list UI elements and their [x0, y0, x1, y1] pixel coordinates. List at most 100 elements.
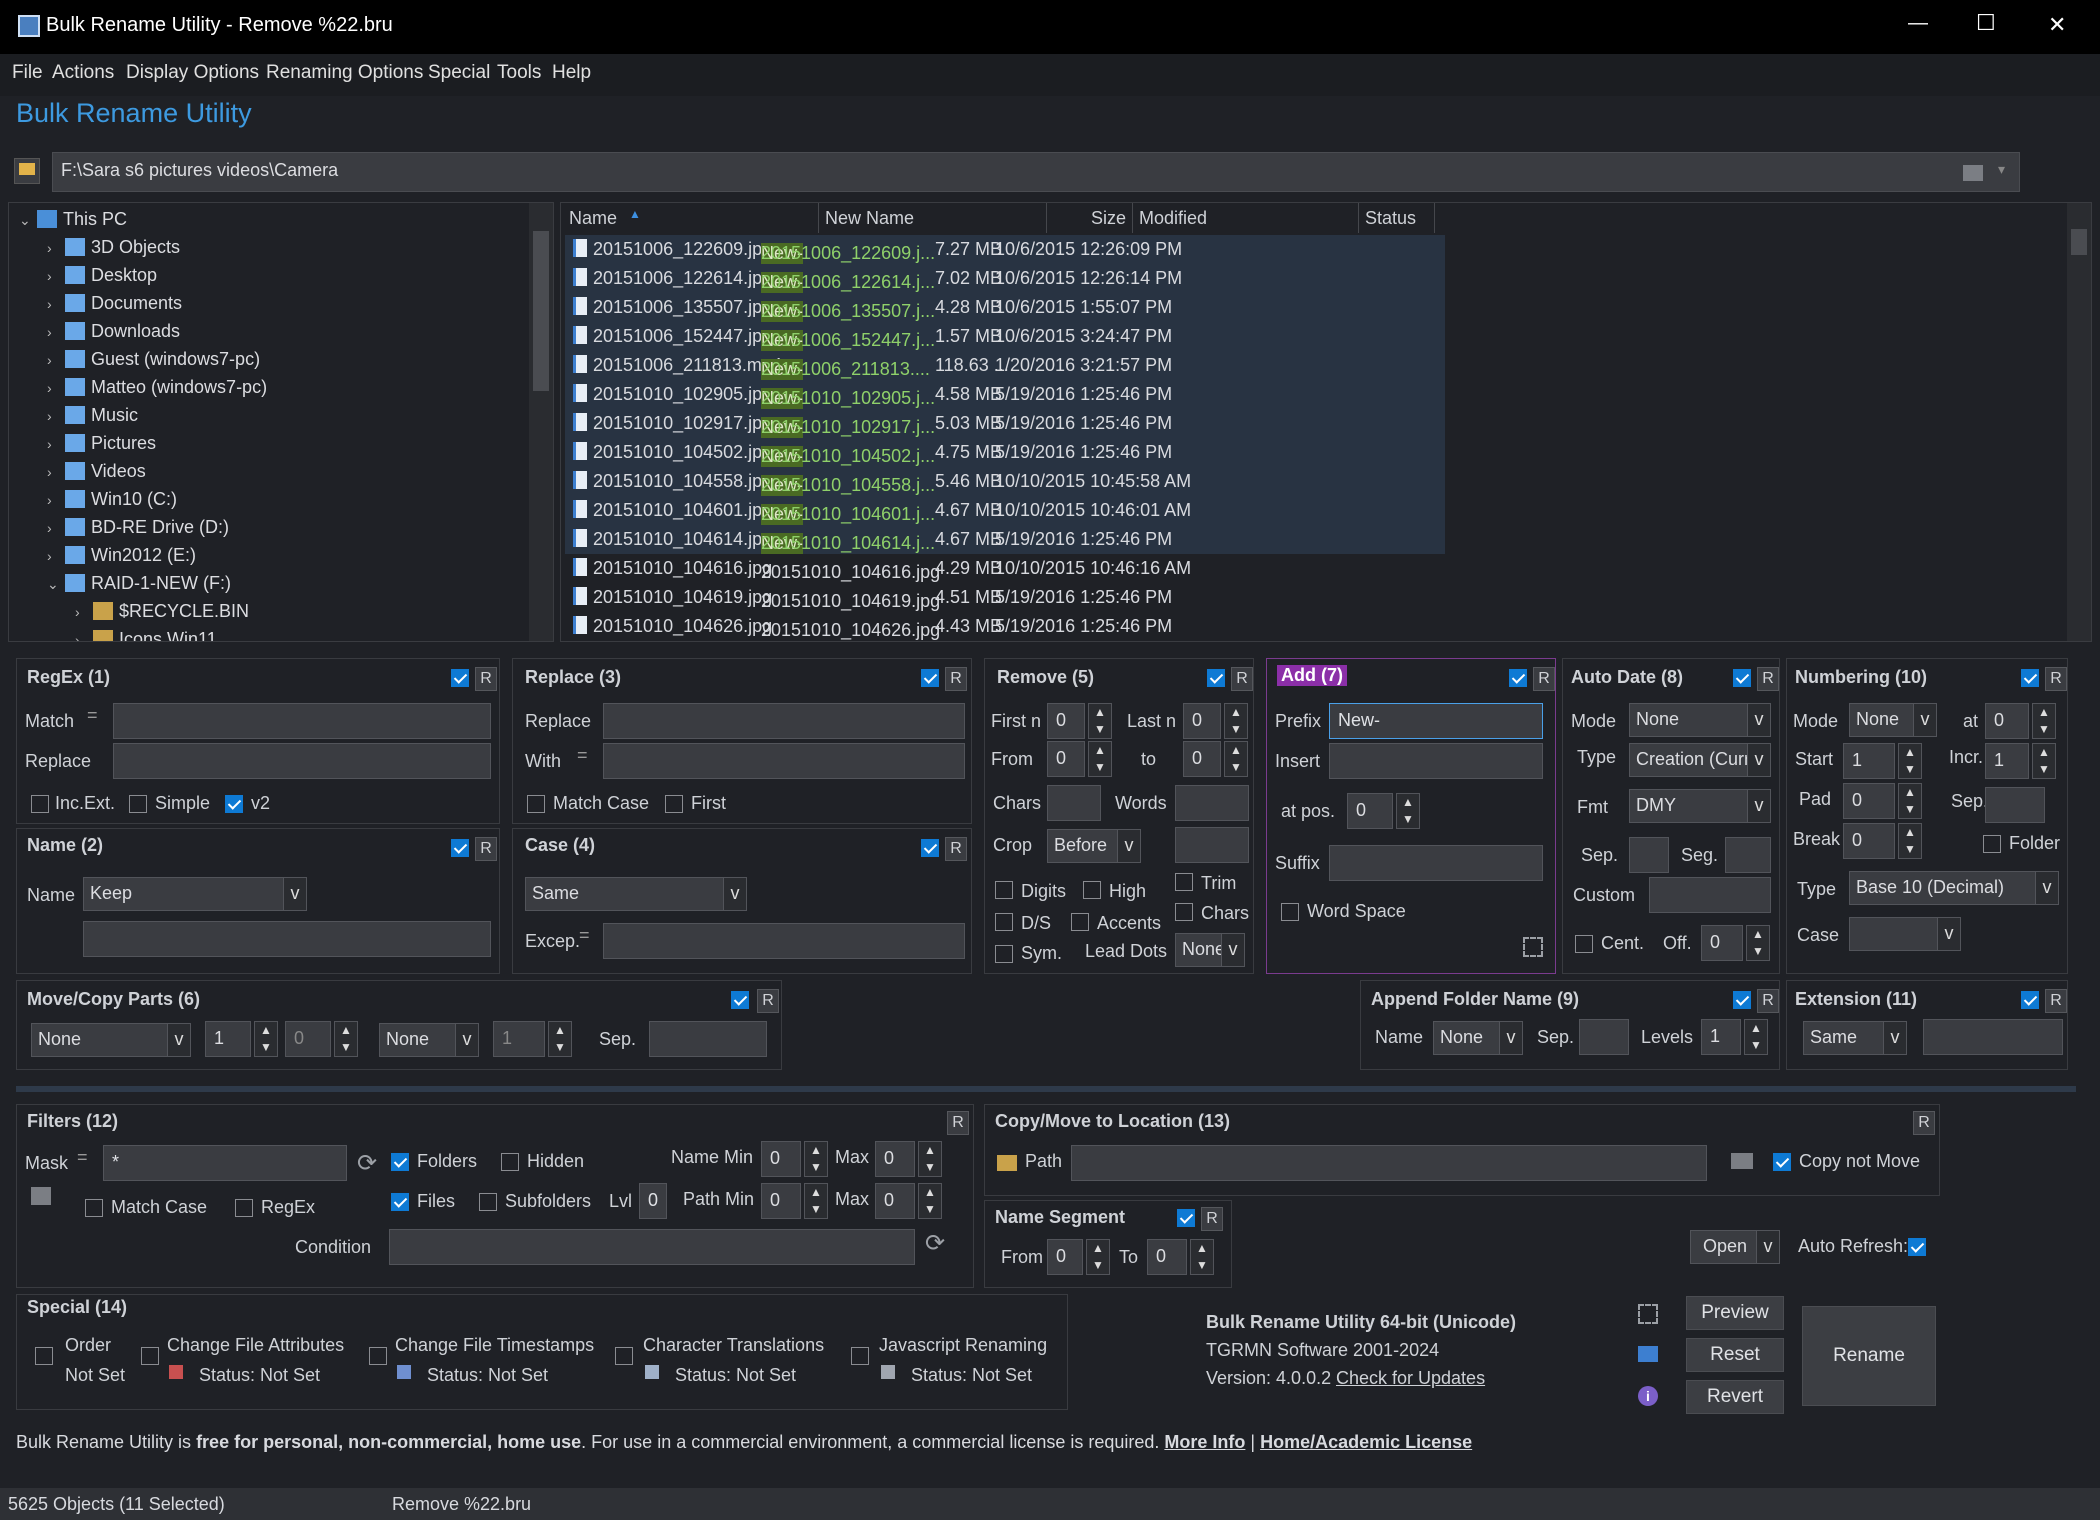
expand-icon[interactable]: ›	[47, 380, 65, 396]
name-enable-checkbox[interactable]	[451, 839, 469, 857]
col-status[interactable]: Status	[1359, 203, 1435, 233]
autodate-enable-checkbox[interactable]	[1733, 669, 1751, 687]
window-icon[interactable]	[1638, 1346, 1658, 1362]
tree-item[interactable]: › Downloads	[47, 321, 180, 342]
tree-item[interactable]: › Videos	[47, 461, 146, 482]
case-dropdown[interactable]: Same	[525, 877, 747, 911]
numbering-break-spin[interactable]: 0 ▲ ▼	[1843, 823, 1922, 859]
filters-path-max-spin[interactable]: 0 ▲ ▼	[875, 1183, 942, 1219]
numbering-mode-dropdown[interactable]: None	[1849, 703, 1937, 737]
folder-tree[interactable]: ⌄ This PC › 3D Objects › Desktop › Documents › Do…	[8, 202, 554, 642]
table-row[interactable]: 20151010_102917.jpg New- 20151010_102917.j…	[565, 409, 1445, 438]
expand-icon[interactable]: ›	[75, 604, 93, 620]
table-row[interactable]: 20151006_152447.jpg New- 20151006_152447.j…	[565, 322, 1445, 351]
case-reset-button[interactable]: R	[945, 837, 967, 861]
autodate-reset-button[interactable]: R	[1757, 667, 1779, 691]
collapse-icon[interactable]: ⌄	[19, 212, 37, 229]
add-insert-input[interactable]	[1329, 743, 1543, 779]
regex-reset-button[interactable]: R	[475, 667, 497, 691]
revert-button[interactable]: Revert	[1686, 1380, 1784, 1414]
expand-icon[interactable]: ›	[47, 352, 65, 368]
condition-refresh-icon[interactable]: ⟳	[925, 1229, 945, 1258]
remove-crop-input[interactable]	[1175, 827, 1249, 863]
table-row[interactable]: 20151010_104626.jpg 20151010_104626.jpg 4.…	[565, 612, 1445, 641]
numbering-sep-input[interactable]	[1985, 787, 2045, 823]
copy-not-move-checkbox[interactable]	[1773, 1153, 1791, 1171]
namesegment-reset-button[interactable]: R	[1201, 1207, 1223, 1231]
movecopy-target-spin[interactable]: 1 ▲ ▼	[493, 1021, 572, 1057]
maximize-button[interactable]: ☐	[1976, 10, 1996, 36]
appendfolder-enable-checkbox[interactable]	[1733, 991, 1751, 1009]
extension-enable-checkbox[interactable]	[2021, 991, 2039, 1009]
remove-first-n-spin[interactable]: 0 ▲ ▼	[1047, 703, 1112, 739]
info-icon[interactable]: i	[1638, 1386, 1658, 1406]
autodate-sep-input[interactable]	[1629, 837, 1669, 873]
replace-enable-checkbox[interactable]	[921, 669, 939, 687]
file-list[interactable]: Name ▲ New Name Size Modified Status 201…	[560, 202, 2092, 642]
appendfolder-reset-button[interactable]: R	[1757, 989, 1779, 1013]
remove-enable-checkbox[interactable]	[1207, 669, 1225, 687]
movecopy-sep-input[interactable]	[649, 1021, 767, 1057]
add-at-pos-spin[interactable]: 0 ▲ ▼	[1347, 793, 1420, 829]
movecopy-source-dropdown[interactable]: None	[31, 1023, 191, 1057]
add-suffix-input[interactable]	[1329, 845, 1543, 881]
special-js-checkbox[interactable]	[851, 1347, 869, 1365]
auto-refresh-checkbox[interactable]	[1908, 1238, 1926, 1256]
autodate-fmt-dropdown[interactable]: DMY	[1629, 789, 1771, 823]
home-license-link[interactable]: Home/Academic License	[1260, 1432, 1472, 1452]
table-row[interactable]: 20151010_104614.jpg New- 20151010_104614.j…	[565, 525, 1445, 554]
numbering-enable-checkbox[interactable]	[2021, 669, 2039, 687]
tree-item[interactable]: › Pictures	[47, 433, 156, 454]
tree-item[interactable]: › Win10 (C:)	[47, 489, 177, 510]
regex-simple-checkbox[interactable]	[129, 795, 147, 813]
tree-item[interactable]: › Guest (windows7-pc)	[47, 349, 260, 370]
numbering-incr-spin[interactable]: 1 ▲ ▼	[1985, 743, 2056, 779]
path-dropdown-icon[interactable]: ▾	[1998, 161, 2005, 178]
replace-reset-button[interactable]: R	[945, 667, 967, 691]
filters-name-min-spin[interactable]: 0 ▲ ▼	[761, 1141, 828, 1177]
numbering-case-dropdown[interactable]	[1849, 917, 1961, 951]
remove-accents-checkbox[interactable]	[1071, 913, 1089, 931]
autodate-type-dropdown[interactable]: Creation (Curr	[1629, 743, 1771, 777]
menu-special[interactable]: Special	[428, 62, 490, 84]
check-updates-link[interactable]: Check for Updates	[1336, 1368, 1485, 1389]
filters-hidden-checkbox[interactable]	[501, 1153, 519, 1171]
appendfolder-name-dropdown[interactable]: None	[1433, 1021, 1523, 1055]
filters-reset-button[interactable]: R	[947, 1111, 969, 1135]
path-input[interactable]: F:\Sara s6 pictures videos\Camera ▾	[52, 152, 2020, 192]
replace-first-checkbox[interactable]	[665, 795, 683, 813]
autodate-seg-input[interactable]	[1725, 837, 1771, 873]
tree-item[interactable]: ⌄ This PC	[19, 209, 127, 230]
autodate-cent-checkbox[interactable]	[1575, 935, 1593, 953]
table-row[interactable]: 20151006_122609.jpg New- 20151006_122609.j…	[565, 235, 1445, 264]
copymove-reset-button[interactable]: R	[1913, 1111, 1935, 1135]
remove-chars-input[interactable]	[1047, 785, 1101, 821]
regex-incext-checkbox[interactable]	[31, 795, 49, 813]
open-dropdown[interactable]: Open	[1690, 1230, 1780, 1264]
movecopy-pos-spin[interactable]: 0 ▲ ▼	[285, 1021, 358, 1057]
tree-scrollbar[interactable]	[529, 203, 553, 641]
browse-folder-icon[interactable]	[1731, 1153, 1753, 1169]
filters-subfolders-checkbox[interactable]	[479, 1193, 497, 1211]
remove-last-n-spin[interactable]: 0 ▲ ▼	[1183, 703, 1248, 739]
replace-replace-input[interactable]	[603, 703, 965, 739]
filters-folders-checkbox[interactable]	[391, 1153, 409, 1171]
expand-icon[interactable]: ›	[75, 632, 93, 641]
filters-lvl-input[interactable]: 0	[639, 1183, 667, 1219]
movecopy-reset-button[interactable]: R	[757, 989, 779, 1013]
regex-replace-input[interactable]	[113, 743, 491, 779]
remove-reset-button[interactable]: R	[1231, 667, 1253, 691]
add-prefix-input[interactable]: New-	[1329, 703, 1543, 739]
expand-icon[interactable]: ›	[47, 492, 65, 508]
remove-chars2-checkbox[interactable]	[1175, 903, 1193, 921]
preview-button[interactable]: Preview	[1686, 1296, 1784, 1330]
table-row[interactable]: 20151010_104502.jpg New- 20151010_104502.j…	[565, 438, 1445, 467]
numbering-start-spin[interactable]: 1 ▲ ▼	[1843, 743, 1922, 779]
movecopy-enable-checkbox[interactable]	[731, 991, 749, 1009]
menu-help[interactable]: Help	[552, 62, 591, 84]
remove-from-spin[interactable]: 0 ▲ ▼	[1047, 741, 1112, 777]
expand-icon[interactable]: ›	[47, 520, 65, 536]
autodate-off-spin[interactable]: 0 ▲ ▼	[1701, 925, 1770, 961]
menu-display-options[interactable]: Display Options	[126, 62, 259, 84]
case-excep-input[interactable]	[603, 923, 965, 959]
